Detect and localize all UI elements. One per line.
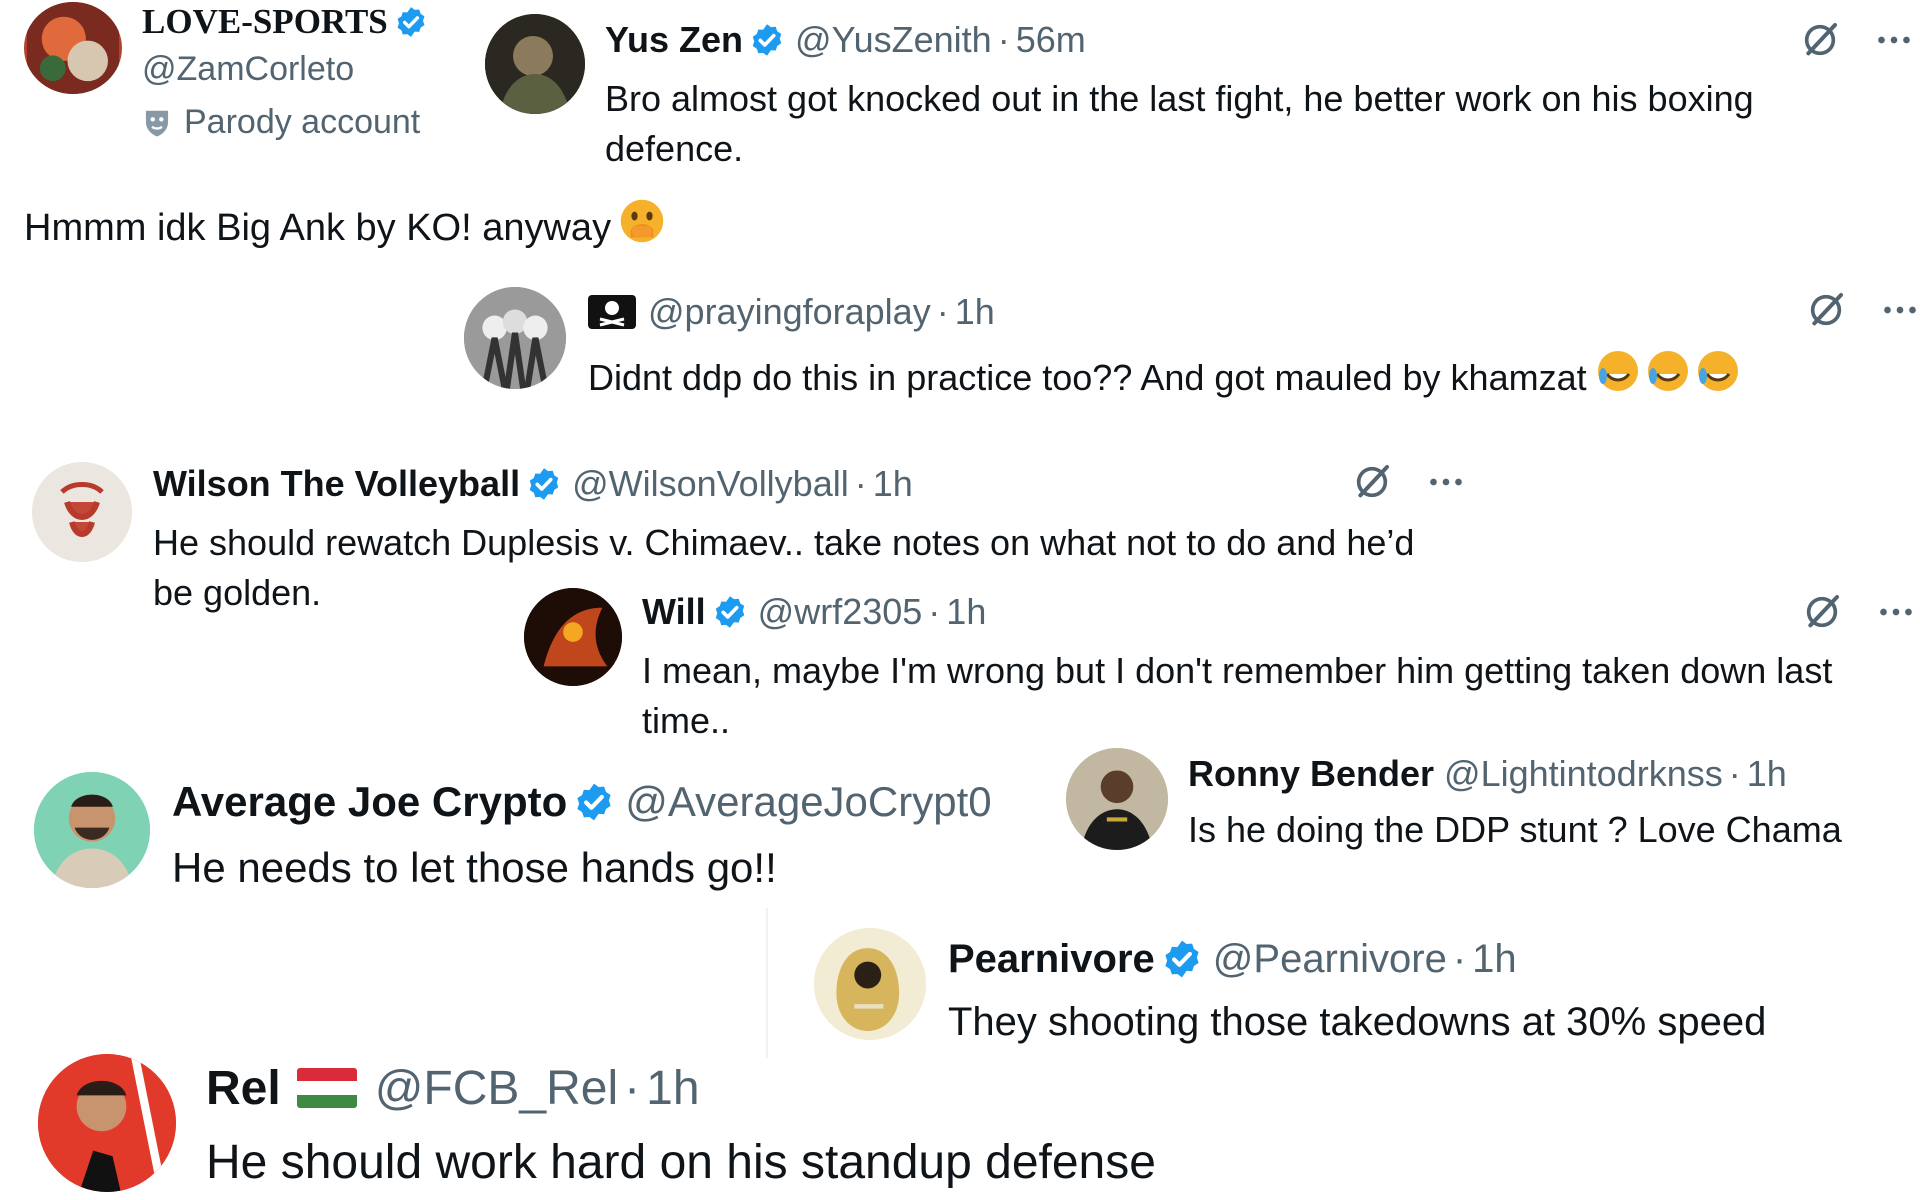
more-options-icon[interactable] <box>1874 20 1914 60</box>
author-handle[interactable]: @AverageJoCrypt0 <box>625 778 991 826</box>
grok-icon[interactable] <box>1802 592 1842 632</box>
author-name[interactable]: Yus Zen <box>605 19 743 61</box>
avatar[interactable] <box>814 928 926 1040</box>
avatar[interactable] <box>32 462 132 562</box>
thread-divider <box>766 908 768 1058</box>
post-text: Didnt ddp do this in practice too?? And … <box>588 346 1888 400</box>
face-with-hand-over-mouth-icon <box>617 196 667 246</box>
grok-icon[interactable] <box>1800 20 1840 60</box>
more-options-icon[interactable] <box>1426 462 1466 502</box>
post-time[interactable]: 1h <box>646 1061 699 1116</box>
post-text: They shooting those takedowns at 30% spe… <box>948 1000 1767 1044</box>
author-name[interactable]: Will <box>642 591 706 633</box>
grok-icon[interactable] <box>1352 462 1392 502</box>
verified-badge-icon <box>394 5 428 39</box>
author-handle[interactable]: @FCB_Rel <box>375 1061 618 1116</box>
author-name[interactable]: LOVE-SPORTS <box>142 2 388 42</box>
verified-badge-icon <box>573 781 615 823</box>
skull-crossbones-icon <box>588 295 636 329</box>
post-text: Hmmm idk Big Ank by KO! anyway <box>24 196 667 251</box>
post-text: I mean, maybe I'm wrong but I don't reme… <box>642 650 1833 741</box>
author-handle[interactable]: @wrf2305 <box>758 591 923 633</box>
verified-badge-icon <box>749 22 785 58</box>
avatar[interactable] <box>524 588 622 686</box>
author-handle[interactable]: @WilsonVollyball <box>572 463 849 505</box>
parody-label: Parody account <box>142 103 438 142</box>
post-text: He should work hard on his standup defen… <box>206 1136 1156 1189</box>
avatar[interactable] <box>485 14 585 114</box>
post-time[interactable]: 1h <box>946 591 986 633</box>
rolling-on-floor-laughing-icon <box>1593 346 1743 396</box>
post-time[interactable]: 56m <box>1016 19 1086 61</box>
author-name[interactable]: Rel <box>206 1061 281 1116</box>
avatar[interactable] <box>1066 748 1168 850</box>
author-name[interactable]: Average Joe Crypto <box>172 778 567 826</box>
avatar[interactable] <box>24 2 122 94</box>
author-handle[interactable]: @Pearnivore <box>1213 937 1447 982</box>
post-time[interactable]: 1h <box>873 463 913 505</box>
grok-icon[interactable] <box>1806 290 1846 330</box>
post-time[interactable]: 1h <box>1472 937 1517 982</box>
more-options-icon[interactable] <box>1880 290 1920 330</box>
avatar[interactable] <box>34 772 150 888</box>
author-name[interactable]: Wilson The Volleyball <box>153 463 520 505</box>
author-name[interactable]: Ronny Bender <box>1188 753 1434 795</box>
post-text: Bro almost got knocked out in the last f… <box>605 78 1754 169</box>
author-name[interactable]: Pearnivore <box>948 937 1155 982</box>
post-time[interactable]: 1h <box>955 291 995 333</box>
author-handle[interactable]: @YusZenith <box>795 19 992 61</box>
post-text: Is he doing the DDP stunt ? Love Chama <box>1188 809 1842 850</box>
parody-mask-icon <box>142 107 172 139</box>
verified-badge-icon <box>1161 938 1203 980</box>
avatar[interactable] <box>38 1054 176 1192</box>
verified-badge-icon <box>712 594 748 630</box>
hungary-flag-icon <box>296 1068 357 1108</box>
author-handle[interactable]: @ZamCorleto <box>142 50 438 89</box>
avatar[interactable] <box>464 287 566 389</box>
author-handle[interactable]: @Lightintodrknss <box>1444 753 1723 795</box>
author-handle[interactable]: @prayingforaplay <box>648 291 931 333</box>
post-time[interactable]: 1h <box>1747 753 1787 795</box>
more-options-icon[interactable] <box>1876 592 1916 632</box>
verified-badge-icon <box>526 466 562 502</box>
post-text: He needs to let those hands go!! <box>172 844 777 891</box>
